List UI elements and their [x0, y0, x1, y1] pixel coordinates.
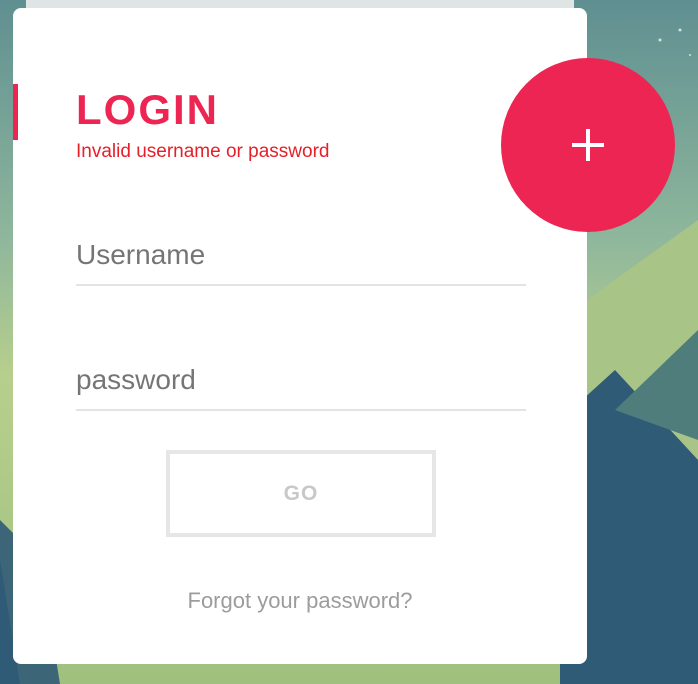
- plus-icon: [572, 129, 604, 161]
- login-card: LOGIN Invalid username or password GO Fo…: [13, 8, 587, 664]
- accent-bar: [13, 84, 18, 140]
- username-input[interactable]: [76, 226, 526, 286]
- page-title: LOGIN: [76, 86, 219, 133]
- error-message: Invalid username or password: [76, 141, 330, 162]
- password-input[interactable]: [76, 351, 526, 411]
- go-button[interactable]: GO: [166, 450, 436, 537]
- register-fab-button[interactable]: [501, 58, 675, 232]
- forgot-password-link[interactable]: Forgot your password?: [13, 588, 587, 614]
